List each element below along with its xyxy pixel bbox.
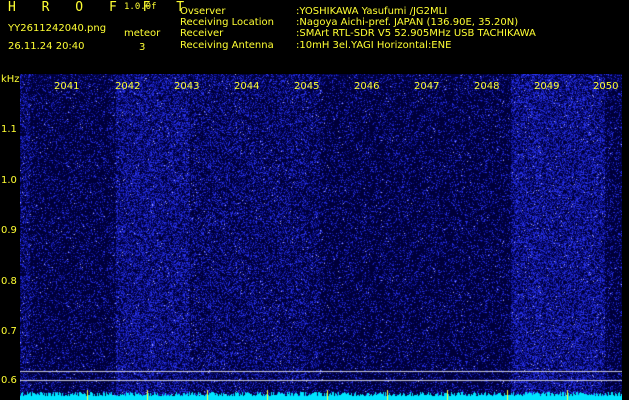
meteor-label: meteor: [124, 28, 161, 39]
station-info-values: :YOSHIKAWA Yasufumi /JG2MLI :Nagoya Aich…: [296, 6, 536, 51]
info-value-location: :Nagoya Aichi-pref. JAPAN (136.90E, 35.2…: [296, 17, 519, 29]
ytick-label: 0.7: [1, 326, 17, 337]
xtick-label: 2047: [414, 81, 440, 92]
xtick-label: 2042: [115, 81, 141, 92]
info-label-receiver: Receiver: [180, 28, 224, 40]
info-value-antenna: :10mH 3el.YAGI Horizontal:ENE: [296, 39, 452, 51]
ytick-label: 0.6: [1, 375, 17, 386]
info-value-observer: :YOSHIKAWA Yasufumi /JG2MLI: [296, 6, 448, 17]
ytick-label: 1.0: [1, 175, 17, 186]
capture-datetime: 26.11.24 20:40: [8, 41, 85, 52]
app-title: H R O F F T: [8, 0, 194, 15]
spectrogram-canvas: [20, 74, 622, 400]
station-info-labels: Ovserver Receiving Location Receiver Rec…: [180, 6, 274, 51]
image-filename: YY2611242040.png: [8, 23, 107, 34]
xtick-label: 2044: [234, 81, 260, 92]
xtick-label: 2045: [294, 81, 320, 92]
meteor-count: 3: [139, 42, 146, 53]
info-value-receiver: :SMArt RTL-SDR V5 52.905MHz USB TACHIKAW…: [296, 28, 536, 40]
info-label-observer: Ovserver: [180, 6, 226, 17]
xtick-label: 2050: [593, 81, 619, 92]
xtick-label: 2043: [174, 81, 200, 92]
info-label-location: Receiving Location: [180, 17, 274, 29]
xtick-label: 2048: [474, 81, 500, 92]
xtick-label: 2041: [54, 81, 80, 92]
xtick-label: 2049: [534, 81, 560, 92]
app-version: 1.0.0f: [124, 2, 157, 12]
ytick-label: 0.8: [1, 276, 17, 287]
ytick-label: 1.1: [1, 124, 17, 135]
frequency-unit-label: kHz: [1, 74, 20, 85]
xtick-label: 2046: [354, 81, 380, 92]
ytick-label: 0.9: [1, 225, 17, 236]
info-label-antenna: Receiving Antenna: [180, 39, 274, 51]
